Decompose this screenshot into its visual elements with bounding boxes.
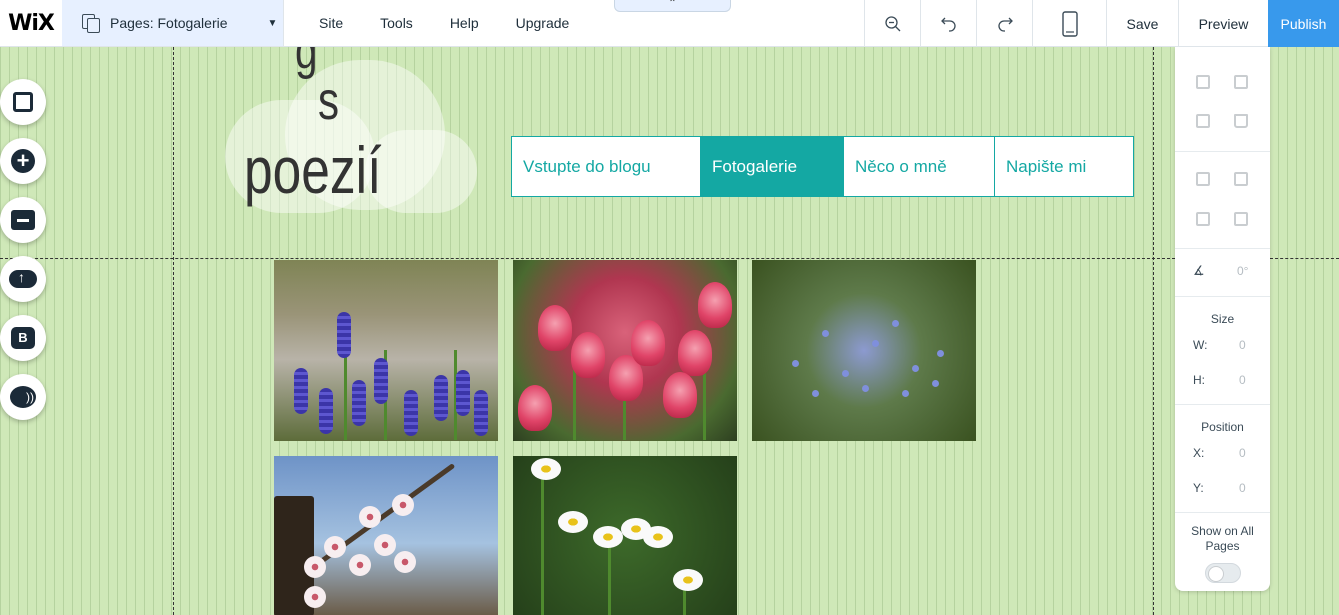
align-section	[1175, 152, 1270, 249]
header-divider-line-right[interactable]	[1270, 258, 1339, 259]
editor-top-bar: WiX Pages: Fotogalerie ▼ Site Tools Help…	[0, 0, 1339, 47]
daisies-photo[interactable]	[513, 456, 737, 615]
top-menu: Site Tools Help Upgrade	[284, 0, 606, 46]
rotation-value[interactable]: 0°	[1237, 264, 1248, 278]
site-title-line1[interactable]: g	[295, 47, 318, 91]
y-field[interactable]: 0	[1239, 481, 1246, 495]
app-market-icon	[11, 210, 35, 230]
redo-icon	[997, 17, 1013, 32]
menu-help[interactable]: Help	[450, 15, 479, 31]
upload-button[interactable]	[0, 256, 46, 302]
app-market-button[interactable]	[0, 197, 46, 243]
width-field[interactable]: 0	[1239, 338, 1246, 352]
site-title-line2[interactable]: s	[318, 70, 339, 132]
chat-icon: ))	[10, 386, 36, 408]
x-label: X:	[1193, 446, 1205, 460]
site-title-line3[interactable]: poezií	[244, 132, 381, 208]
copy-icon[interactable]	[1196, 75, 1210, 89]
chat-button[interactable]: ))	[0, 374, 46, 420]
chevron-up-icon: ⌃	[668, 0, 677, 9]
x-field[interactable]: 0	[1239, 446, 1246, 460]
paste-icon[interactable]	[1234, 75, 1248, 89]
zoom-out-icon	[884, 15, 900, 31]
almond-blossom-photo[interactable]	[274, 456, 498, 615]
preview-button[interactable]: Preview	[1178, 0, 1268, 47]
arrange-section	[1175, 47, 1270, 152]
nav-item-blog[interactable]: Vstupte do blogu	[512, 137, 701, 196]
right-gridline	[1153, 47, 1154, 615]
mobile-view-button[interactable]	[1032, 0, 1106, 47]
height-label: H:	[1193, 373, 1205, 387]
save-button[interactable]: Save	[1106, 0, 1178, 47]
inspector-panel: ∡ 0° Size W: 0 H: 0 Position X: 0 Y: 0 S…	[1175, 47, 1270, 591]
blue-flowers-photo[interactable]	[752, 260, 976, 441]
size-section: Size W: 0 H: 0	[1175, 297, 1270, 405]
pages-label: Pages: Fotogalerie	[110, 15, 228, 31]
menu-site[interactable]: Site	[319, 15, 343, 31]
site-nav-menu[interactable]: Vstupte do blogu Fotogalerie Něco o mně …	[511, 136, 1134, 197]
collapse-toolbar-tab[interactable]: ⌃	[614, 0, 731, 12]
width-label: W:	[1193, 338, 1208, 352]
chevron-down-icon: ▼	[267, 17, 278, 29]
undo-button[interactable]	[920, 0, 976, 47]
tulips-photo[interactable]	[513, 260, 737, 441]
rotate-section: ∡ 0°	[1175, 249, 1270, 297]
nav-item-gallery[interactable]: Fotogalerie	[701, 137, 844, 196]
distribute-icon[interactable]	[1196, 212, 1210, 226]
zoom-out-button[interactable]	[864, 0, 920, 47]
match-size-icon[interactable]	[1234, 212, 1248, 226]
publish-button[interactable]: Publish	[1268, 0, 1339, 47]
position-section: Position X: 0 Y: 0	[1175, 405, 1270, 513]
pages-dropdown[interactable]: Pages: Fotogalerie ▼	[62, 0, 284, 46]
top-right-actions: Save Preview Publish	[864, 0, 1339, 47]
pages-icon	[82, 14, 100, 33]
align-icon[interactable]	[1234, 172, 1248, 186]
menu-tools[interactable]: Tools	[380, 15, 413, 31]
duplicate-icon[interactable]	[1196, 114, 1210, 128]
rotate-icon: ∡	[1193, 263, 1205, 278]
redo-button[interactable]	[976, 0, 1032, 47]
background-icon	[13, 92, 33, 112]
nav-item-about[interactable]: Něco o mně	[844, 137, 995, 196]
left-gridline	[173, 47, 174, 615]
add-icon: +	[11, 149, 35, 173]
show-on-all-pages-toggle[interactable]	[1205, 563, 1241, 583]
menu-upgrade[interactable]: Upgrade	[516, 15, 570, 31]
upload-icon	[9, 269, 37, 288]
mobile-icon	[1061, 10, 1078, 37]
wix-logo[interactable]: WiX	[0, 0, 62, 46]
blog-button[interactable]: B	[0, 315, 46, 361]
grape-hyacinth-photo[interactable]	[274, 260, 498, 441]
y-label: Y:	[1193, 481, 1204, 495]
show-on-all-pages-label: Show on All Pages	[1191, 524, 1254, 553]
header-divider-line[interactable]	[0, 258, 1175, 259]
add-button[interactable]: +	[0, 138, 46, 184]
left-tool-panel: + B ))	[0, 79, 46, 433]
position-label: Position	[1201, 420, 1244, 434]
size-label: Size	[1210, 312, 1235, 326]
arrange-icon[interactable]	[1196, 172, 1210, 186]
delete-icon[interactable]	[1234, 114, 1248, 128]
nav-item-contact[interactable]: Napište mi	[995, 137, 1133, 196]
blog-icon: B	[11, 327, 35, 349]
height-field[interactable]: 0	[1239, 373, 1246, 387]
background-button[interactable]	[0, 79, 46, 125]
undo-icon	[940, 17, 956, 32]
